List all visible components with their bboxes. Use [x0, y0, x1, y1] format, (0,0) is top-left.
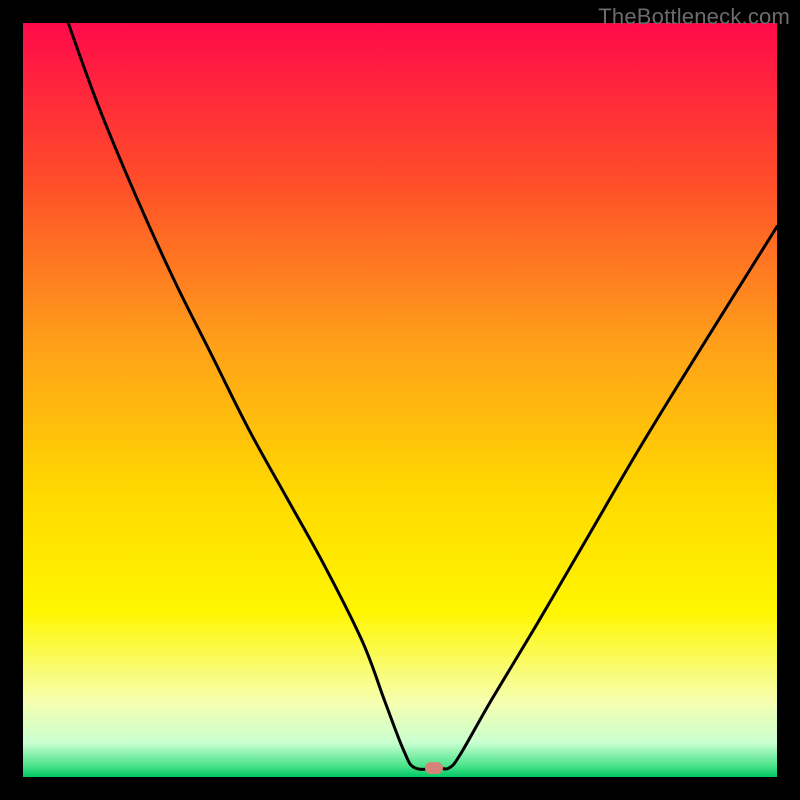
bottleneck-curve	[68, 23, 777, 769]
plot-area	[23, 23, 777, 777]
curve-layer	[23, 23, 777, 777]
optimal-point-marker	[425, 762, 443, 774]
watermark-text: TheBottleneck.com	[598, 4, 790, 30]
chart-frame: TheBottleneck.com	[0, 0, 800, 800]
